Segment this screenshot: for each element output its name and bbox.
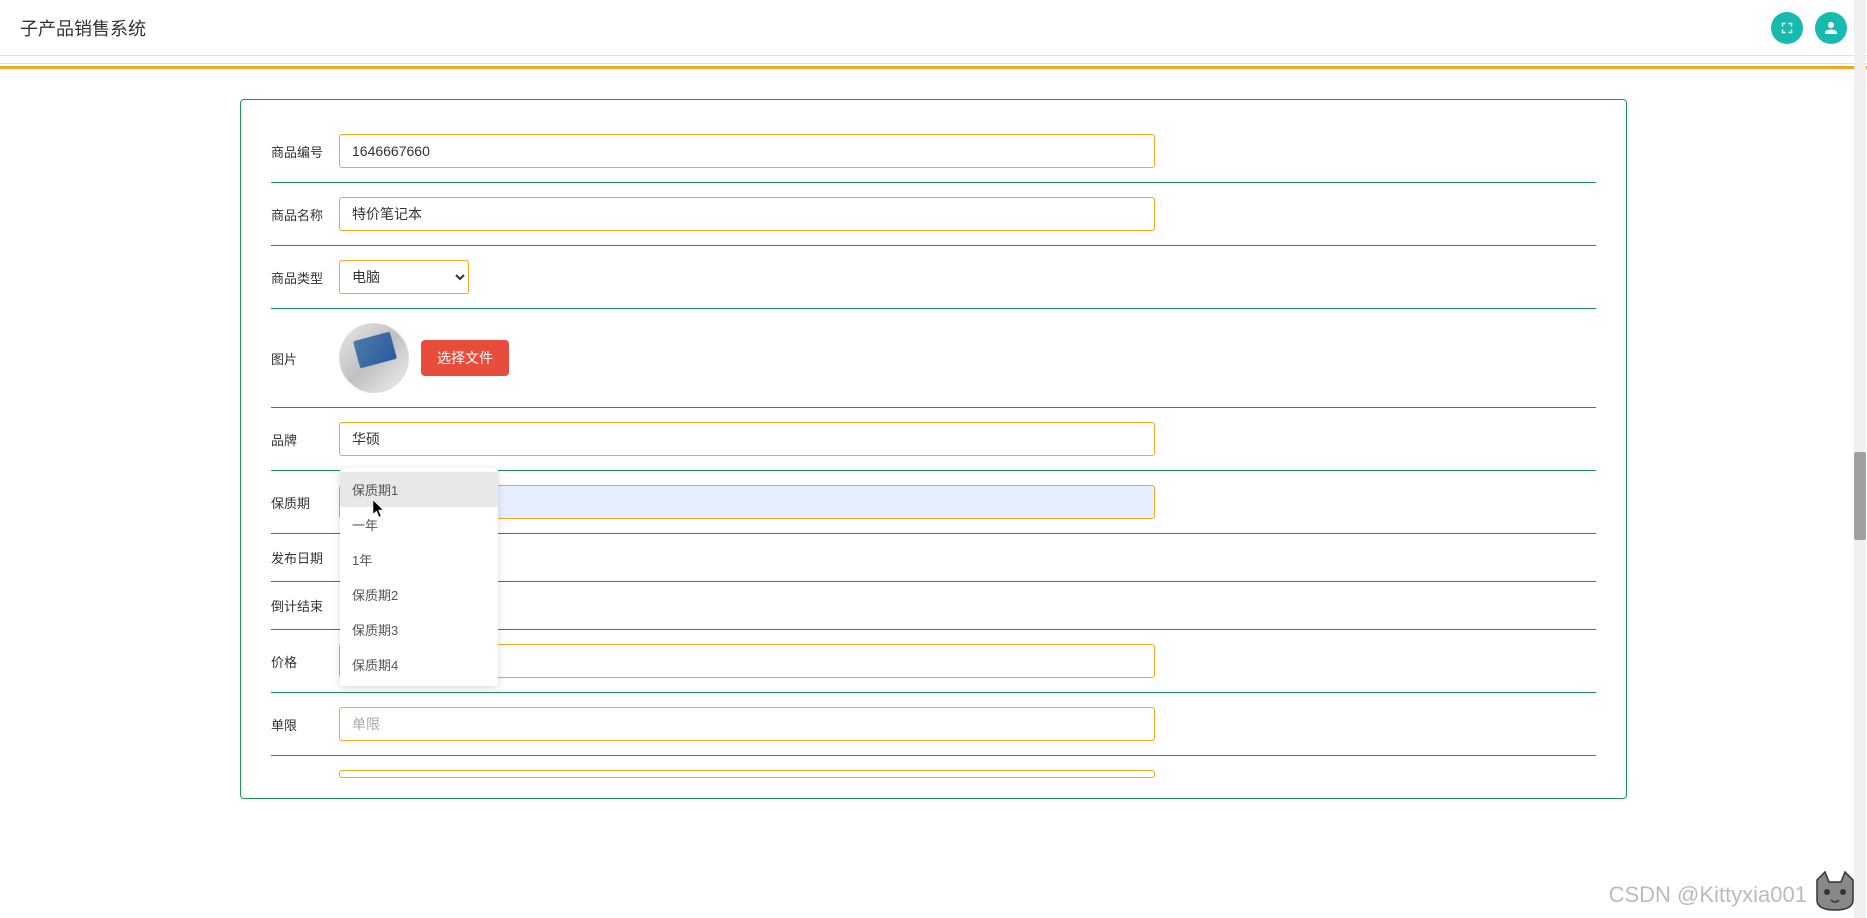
header-action-icons [1771, 12, 1847, 44]
label-single-limit: 单限 [271, 715, 339, 734]
product-form-card: 商品编号 商品名称 商品类型 电脑 图片 选择文件 品牌 保质期 [240, 99, 1627, 799]
sub-header [0, 56, 1867, 64]
label-brand: 品牌 [271, 430, 339, 449]
watermark-text: CSDN @Kittyxia001 [1609, 882, 1807, 908]
dropdown-option-4[interactable]: 保质期3 [340, 612, 498, 647]
scrollbar-thumb[interactable] [1854, 452, 1866, 540]
input-product-id[interactable] [339, 134, 1155, 168]
label-image: 图片 [271, 349, 339, 368]
app-header: 子产品销售系统 [0, 0, 1867, 56]
cat-mascot-icon [1811, 870, 1859, 912]
shelf-life-dropdown: 保质期1 一年 1年 保质期2 保质期3 保质期4 [340, 468, 498, 686]
label-product-id: 商品编号 [271, 142, 339, 161]
upload-file-button[interactable]: 选择文件 [421, 340, 509, 376]
row-product-id: 商品编号 [271, 120, 1596, 183]
scrollbar-track[interactable] [1854, 0, 1866, 918]
row-brand: 品牌 [271, 408, 1596, 471]
app-title: 子产品销售系统 [20, 15, 146, 41]
dropdown-option-2[interactable]: 1年 [340, 542, 498, 577]
row-image: 图片 选择文件 [271, 309, 1596, 408]
label-shelf-life: 保质期 [271, 493, 339, 512]
dropdown-option-5[interactable]: 保质期4 [340, 647, 498, 682]
input-brand[interactable] [339, 422, 1155, 456]
input-single-limit[interactable] [339, 707, 1155, 741]
label-product-name: 商品名称 [271, 205, 339, 224]
row-product-type: 商品类型 电脑 [271, 246, 1596, 309]
input-next-partial [339, 770, 1155, 778]
fullscreen-icon[interactable] [1771, 12, 1803, 44]
image-row-content: 选择文件 [339, 323, 509, 393]
select-product-type[interactable]: 电脑 [339, 260, 469, 294]
row-product-name: 商品名称 [271, 183, 1596, 246]
row-next-partial [271, 756, 1596, 778]
main-container: 商品编号 商品名称 商品类型 电脑 图片 选择文件 品牌 保质期 [0, 69, 1867, 799]
dropdown-option-3[interactable]: 保质期2 [340, 577, 498, 612]
label-product-type: 商品类型 [271, 268, 339, 287]
row-single-limit: 单限 [271, 693, 1596, 756]
input-product-name[interactable] [339, 197, 1155, 231]
dropdown-option-1[interactable]: 一年 [340, 507, 498, 542]
dropdown-option-0[interactable]: 保质期1 [340, 472, 498, 507]
user-icon[interactable] [1815, 12, 1847, 44]
product-image-thumbnail[interactable] [339, 323, 409, 393]
label-price: 价格 [271, 652, 339, 671]
label-publish-date: 发布日期 [271, 548, 339, 567]
label-countdown-end: 倒计结束 [271, 596, 339, 615]
